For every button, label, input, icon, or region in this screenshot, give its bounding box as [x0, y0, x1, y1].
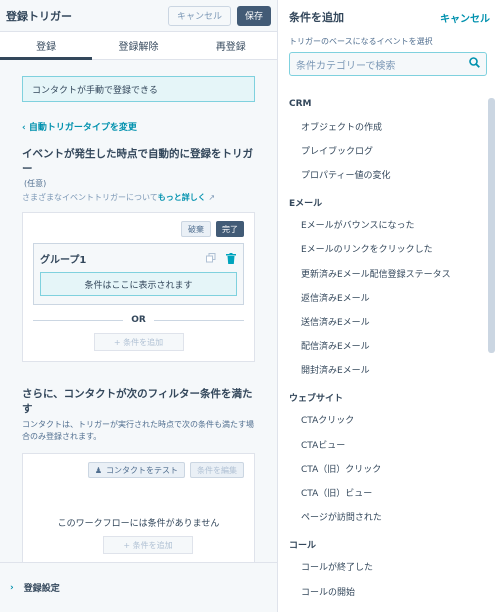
- tab-reenroll[interactable]: 再登録: [185, 32, 277, 59]
- person-icon: ♟: [94, 465, 102, 475]
- help-text: さまざまなイベントトリガーについてもっと詳しく ↗: [22, 192, 255, 204]
- condition-placeholder: 条件はここに表示されます: [40, 272, 237, 296]
- list-item[interactable]: 配信済みEメール: [279, 334, 500, 358]
- tab-enroll[interactable]: 登録: [0, 32, 93, 60]
- search-icon[interactable]: [469, 57, 480, 71]
- list-item[interactable]: ページが訪問された: [279, 505, 500, 529]
- save-button[interactable]: 保存: [236, 5, 271, 26]
- or-divider: OR: [33, 315, 244, 325]
- tab-bar: 登録 登録解除 再登録: [0, 32, 277, 60]
- tab-unenroll[interactable]: 登録解除: [92, 32, 184, 59]
- list-item[interactable]: コールが終了した: [279, 555, 500, 579]
- list-item[interactable]: Eメールがバウンスになった: [279, 213, 500, 237]
- enrollment-trigger-panel: 登録トリガー キャンセル 保存 登録 登録解除 再登録 コンタクトが手動で登録で…: [0, 0, 278, 612]
- external-link-icon: ↗: [208, 193, 216, 202]
- category-crm: CRM: [289, 99, 312, 109]
- list-item[interactable]: CTA（旧）ビュー: [279, 480, 500, 504]
- panel-title: 登録トリガー: [6, 9, 72, 23]
- learn-more-link[interactable]: もっと詳しく: [158, 193, 206, 202]
- search-placeholder: 条件カテゴリーで検索: [296, 60, 396, 72]
- or-label: OR: [131, 315, 146, 325]
- change-trigger-type-link[interactable]: ‹ 自動トリガータイプを変更: [22, 120, 255, 133]
- category-search-input[interactable]: 条件カテゴリーで検索: [289, 52, 487, 76]
- list-item[interactable]: CTA（旧）クリック: [279, 456, 500, 480]
- add-filter-condition-button[interactable]: + 条件を追加: [103, 536, 193, 554]
- filter-heading: さらに、コンタクトが次のフィルター条件を満たす: [22, 388, 253, 415]
- category-calls: コール: [289, 541, 317, 552]
- list-item[interactable]: プレイブックログ: [279, 138, 500, 162]
- category-email: Eメール: [289, 199, 323, 210]
- list-item[interactable]: コールの開始: [279, 579, 500, 603]
- done-button[interactable]: 完了: [216, 221, 244, 237]
- list-item[interactable]: プロパティー値の変化: [279, 162, 500, 186]
- list-item[interactable]: CTAビュー: [279, 432, 500, 456]
- discard-button[interactable]: 破棄: [181, 221, 211, 237]
- trash-icon[interactable]: [225, 252, 237, 264]
- list-item[interactable]: 開封済みEメール: [279, 358, 500, 382]
- right-panel-title: 条件を追加: [289, 11, 344, 24]
- chevron-right-icon: ›: [10, 582, 14, 593]
- enrollment-settings-toggle[interactable]: › 登録設定: [0, 562, 277, 612]
- condition-category-list: CRM オブジェクトの作成 プレイブックログ プロパティー値の変化 Eメール E…: [279, 94, 500, 612]
- list-scrollbar[interactable]: [488, 98, 495, 353]
- group-title: グループ1: [40, 254, 87, 266]
- list-item[interactable]: オブジェクトの作成: [279, 114, 500, 138]
- right-panel-header: 条件を追加 キャンセル: [279, 0, 500, 34]
- category-website: ウェブサイト: [289, 394, 344, 405]
- list-item[interactable]: 更新済みEメール配信登録ステータス: [279, 261, 500, 285]
- clone-icon[interactable]: [205, 252, 217, 264]
- list-item[interactable]: Eメールのリンクをクリックした: [279, 237, 500, 261]
- help-text-label: さまざまなイベントトリガーについて: [22, 193, 158, 202]
- trigger-group: グループ1 条件はここに表示されます: [33, 243, 244, 305]
- test-contact-button[interactable]: ♟ コンタクトをテスト: [87, 462, 185, 478]
- enrollment-settings-label: 登録設定: [23, 584, 60, 594]
- filter-card: ♟ コンタクトをテスト 条件を編集 このワークフローには条件がありません + 条件…: [22, 453, 255, 565]
- right-panel-subtitle: トリガーのベースになるイベントを選択: [289, 37, 433, 46]
- cancel-button[interactable]: キャンセル: [167, 5, 231, 26]
- event-trigger-heading: イベントが発生した時点で自動的に登録をトリガー: [22, 148, 253, 175]
- manual-enroll-banner: コンタクトが手動で登録できる: [22, 76, 255, 102]
- optional-label: (任意): [24, 179, 47, 188]
- no-conditions-text: このワークフローには条件がありません: [57, 519, 220, 529]
- right-cancel-link[interactable]: キャンセル: [440, 10, 490, 25]
- add-condition-button[interactable]: + 条件を追加: [93, 333, 184, 351]
- edit-conditions-button[interactable]: 条件を編集: [190, 462, 244, 478]
- panel-body: コンタクトが手動で登録できる ‹ 自動トリガータイプを変更 イベントが発生した時…: [0, 60, 277, 565]
- event-trigger-card: 破棄 完了 グループ1 条件はここに表示されます OR + 条件を追加: [22, 212, 255, 362]
- change-trigger-type-label: 自動トリガータイプを変更: [28, 123, 137, 133]
- list-item[interactable]: CTAクリック: [279, 408, 500, 432]
- list-item[interactable]: 送信済みEメール: [279, 309, 500, 333]
- panel-header: 登録トリガー キャンセル 保存: [0, 0, 277, 32]
- list-item[interactable]: 返信済みEメール: [279, 285, 500, 309]
- test-contact-label: コンタクトをテスト: [106, 465, 178, 475]
- chevron-left-icon: ‹: [22, 123, 29, 133]
- filter-description: コンタクトは、トリガーが実行された時点で次の条件も満たす場合のみ登録されます。: [22, 420, 254, 441]
- add-condition-panel: 条件を追加 キャンセル トリガーのベースになるイベントを選択 条件カテゴリーで検…: [279, 0, 500, 612]
